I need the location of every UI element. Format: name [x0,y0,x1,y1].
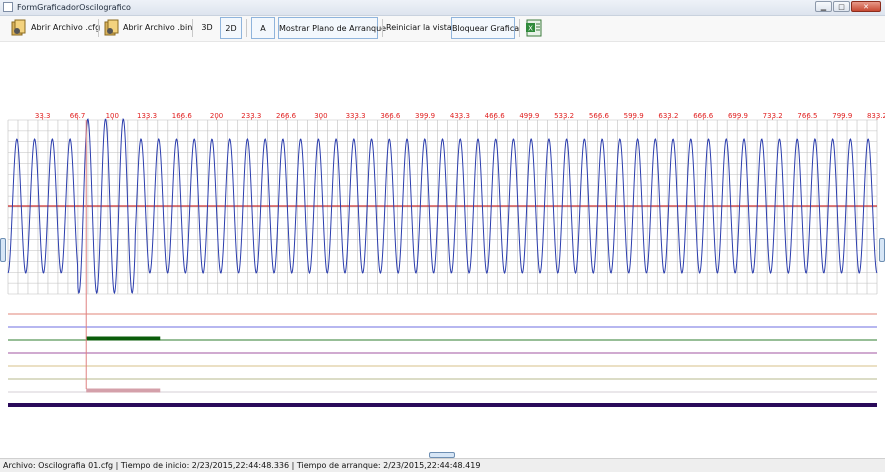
maximize-button[interactable]: □ [833,1,850,12]
chart-grid [7,119,878,295]
view-2d-button[interactable]: 2D [220,17,242,39]
view-3d-button[interactable]: 3D [196,17,218,39]
toolbar-separator [382,19,383,37]
status-bar: Archivo: Oscilografia 01.cfg | Tiempo de… [0,458,885,472]
open-cfg-button[interactable]: Abrir Archivo .cfg [31,17,100,39]
window-title: FormGraficadorOscilografico [17,3,131,12]
toolbar-separator [192,19,193,37]
excel-icon[interactable]: X [525,19,543,37]
x-tick-labels: 33.3 66.7 100 133.3 166.6 200 233.3 266.6 300 333… [35,112,885,120]
minimize-button[interactable]: ▁ [815,1,832,12]
open-cfg-icon [11,19,26,36]
digital-channels [8,313,877,407]
lock-chart-button[interactable]: Bloquear Grafica [451,17,519,39]
x-tick-label: 833.2 [867,112,885,120]
open-bin-button[interactable]: Abrir Archivo .bin [123,17,192,39]
app-icon [3,2,13,12]
left-panel-toggle[interactable] [0,238,6,262]
close-button[interactable]: ✕ [851,1,881,12]
window-controls: ▁ □ ✕ [815,1,881,12]
a-button[interactable]: A [251,17,275,39]
svg-text:X: X [528,25,533,33]
open-bin-icon [104,19,119,36]
reset-view-button[interactable]: Reiniciar la vista [386,17,452,39]
show-start-plane-button[interactable]: Mostrar Plano de Arranque [278,17,386,39]
toolbar-separator [98,19,99,37]
title-bar: FormGraficadorOscilografico ▁ □ ✕ [0,0,885,16]
toolbar-separator [519,19,520,37]
right-panel-toggle[interactable] [879,238,885,262]
oscillography-chart[interactable]: 33.3 66.7 100 133.3 166.6 200 233.3 266.6 300 333… [0,108,885,413]
toolbar-separator [246,19,247,37]
toolbar: Abrir Archivo .cfg Abrir Archivo .bin 3D… [0,16,885,42]
